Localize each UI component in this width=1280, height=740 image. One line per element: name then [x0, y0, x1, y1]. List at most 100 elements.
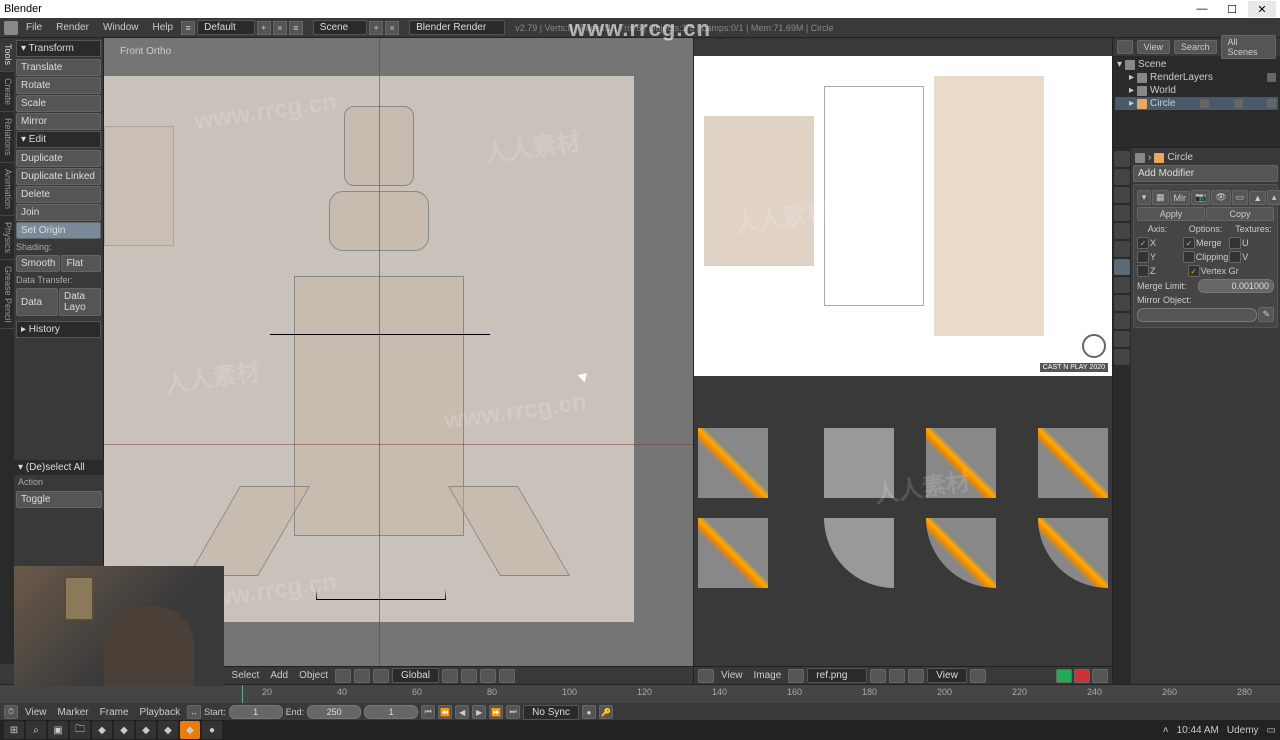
mod-render-icon[interactable]: 📷 [1191, 190, 1210, 205]
merge-checkbox[interactable]: ✓ [1183, 237, 1195, 249]
menu-file[interactable]: File [20, 20, 48, 35]
img-slot-red-icon[interactable] [1074, 669, 1090, 683]
autokey-icon[interactable]: ● [582, 705, 596, 719]
outliner-item-renderlayers[interactable]: ▸RenderLayers [1115, 71, 1278, 84]
prop-tab-object-icon[interactable] [1114, 223, 1130, 239]
prop-tab-physics-icon[interactable] [1114, 349, 1130, 365]
prop-tab-world-icon[interactable] [1114, 205, 1130, 221]
outliner-item-scene[interactable]: ▾Scene [1115, 58, 1278, 71]
app-icon[interactable]: ◆ [158, 721, 178, 739]
outliner-filter-dropdown[interactable]: All Scenes [1221, 35, 1276, 59]
screen-layout-dropdown[interactable]: Default [197, 20, 255, 35]
tool-tab-animation[interactable]: Animation [0, 163, 14, 216]
scale-button[interactable]: Scale [16, 95, 101, 112]
outliner-tree[interactable]: ▾Scene ▸RenderLayers ▸World ▸Circle [1113, 56, 1280, 147]
proportional-icon[interactable] [480, 669, 496, 683]
outliner-item-world[interactable]: ▸World [1115, 84, 1278, 97]
visibility-icon[interactable] [1200, 99, 1209, 108]
shade-flat-button[interactable]: Flat [61, 255, 101, 272]
manipulator-icon[interactable] [373, 669, 389, 683]
last-op-header[interactable]: ▾ (De)select All [14, 460, 104, 475]
layers-icon[interactable] [442, 669, 458, 683]
last-op-action-dropdown[interactable]: Toggle [16, 491, 102, 508]
image-editor[interactable]: CAST N PLAY 2020 人人素材 人人素材 View Image [694, 38, 1112, 684]
prop-tab-renderlayers-icon[interactable] [1114, 169, 1130, 185]
frame-start-field[interactable]: 1 [229, 705, 283, 719]
join-button[interactable]: Join [16, 204, 101, 221]
renderlayers-toggle-icon[interactable] [1267, 73, 1276, 82]
transform-header[interactable]: ▾ Transform [16, 40, 101, 57]
delete-button[interactable]: Delete [16, 186, 101, 203]
rotate-button[interactable]: Rotate [16, 77, 101, 94]
sync-dropdown[interactable]: No Sync [523, 705, 579, 720]
prop-tab-texture-icon[interactable] [1114, 313, 1130, 329]
jump-end-icon[interactable]: ⏭ [506, 705, 520, 719]
outliner-view-btn[interactable]: View [1137, 40, 1170, 54]
tl-menu-view[interactable]: View [21, 707, 51, 718]
mod-edit-icon[interactable]: ▭ [1232, 190, 1249, 205]
play-icon[interactable]: ▶ [472, 705, 486, 719]
pivot-icon[interactable] [354, 669, 370, 683]
timeline-ruler[interactable]: 20 40 60 80 100 120 140 160 180 200 220 … [0, 685, 1280, 703]
clipping-checkbox[interactable] [1183, 251, 1195, 263]
tex-v-checkbox[interactable] [1229, 251, 1241, 263]
mod-display-icon[interactable]: 👁 [1211, 190, 1230, 205]
keying-set-icon[interactable]: 🔑 [599, 705, 613, 719]
menu-render[interactable]: Render [50, 20, 95, 35]
scene-add-button[interactable]: + [369, 21, 383, 35]
tool-tab-greasepencil[interactable]: Grease Pencil [0, 260, 14, 330]
3d-menu-object[interactable]: Object [295, 670, 332, 681]
layout-add-button[interactable]: + [257, 21, 271, 35]
data-layout-button[interactable]: Data Layo [59, 288, 101, 316]
prop-tab-modifiers-icon[interactable] [1114, 259, 1130, 275]
tool-tab-create[interactable]: Create [0, 72, 14, 112]
tl-menu-playback[interactable]: Playback [136, 707, 185, 718]
outliner-search-btn[interactable]: Search [1174, 40, 1217, 54]
history-header[interactable]: ▸ History [16, 321, 101, 338]
edit-header[interactable]: ▾ Edit [16, 131, 101, 148]
minimize-button[interactable]: — [1188, 1, 1216, 17]
bc-object-name[interactable]: Circle [1167, 152, 1193, 163]
editor-type-outliner-icon[interactable] [1117, 40, 1133, 54]
layout-del-button[interactable]: × [273, 21, 287, 35]
3d-menu-select[interactable]: Select [228, 670, 264, 681]
duplicate-linked-button[interactable]: Duplicate Linked [16, 168, 101, 185]
jump-start-icon[interactable]: ⏮ [421, 705, 435, 719]
file-explorer-icon[interactable]: 🗀 [70, 721, 90, 739]
prop-tab-constraints-icon[interactable] [1114, 241, 1130, 257]
mirror-object-eyedropper-icon[interactable]: ✎ [1258, 307, 1274, 322]
editor-type-image-icon[interactable] [698, 669, 714, 683]
tex-u-checkbox[interactable] [1229, 237, 1241, 249]
img-channel-icon[interactable] [970, 669, 986, 683]
editor-type-timeline-icon[interactable]: ⏱ [4, 705, 18, 719]
keyframe-next-icon[interactable]: ⏩ [489, 705, 503, 719]
chrome-icon[interactable]: ● [202, 721, 222, 739]
shading-mode-icon[interactable] [335, 669, 351, 683]
merge-limit-field[interactable]: 0.001000 [1198, 279, 1274, 293]
app-icon[interactable]: ◆ [136, 721, 156, 739]
3d-menu-add[interactable]: Add [266, 670, 292, 681]
img-view-dropdown[interactable]: View [927, 668, 967, 683]
bc-object-icon[interactable] [1154, 153, 1164, 163]
mod-moveup-icon[interactable]: ▴ [1267, 190, 1280, 205]
prop-tab-particles-icon[interactable] [1114, 331, 1130, 347]
prop-tab-material-icon[interactable] [1114, 295, 1130, 311]
outliner-item-circle[interactable]: ▸Circle [1115, 97, 1278, 110]
mirror-button[interactable]: Mirror [16, 113, 101, 130]
axis-x-checkbox[interactable]: ✓ [1137, 237, 1149, 249]
img-browse-icon[interactable] [788, 669, 804, 683]
selectable-icon[interactable] [1234, 99, 1243, 108]
vertex-checkbox[interactable]: ✓ [1188, 265, 1200, 277]
img-menu-view[interactable]: View [717, 670, 747, 681]
menu-window[interactable]: Window [97, 20, 145, 35]
menu-help[interactable]: Help [147, 20, 180, 35]
data-button[interactable]: Data [16, 288, 58, 316]
app-icon[interactable]: ◆ [92, 721, 112, 739]
tl-range-icon[interactable]: ↔ [187, 705, 201, 719]
layout-browse-button[interactable]: ≡ [181, 21, 195, 35]
shade-smooth-button[interactable]: Smooth [16, 255, 60, 272]
mod-cage-icon[interactable]: ▲ [1249, 191, 1266, 205]
image-name-field[interactable]: ref.png [807, 668, 867, 683]
prop-tab-scene-icon[interactable] [1114, 187, 1130, 203]
scene-del-button[interactable]: × [385, 21, 399, 35]
